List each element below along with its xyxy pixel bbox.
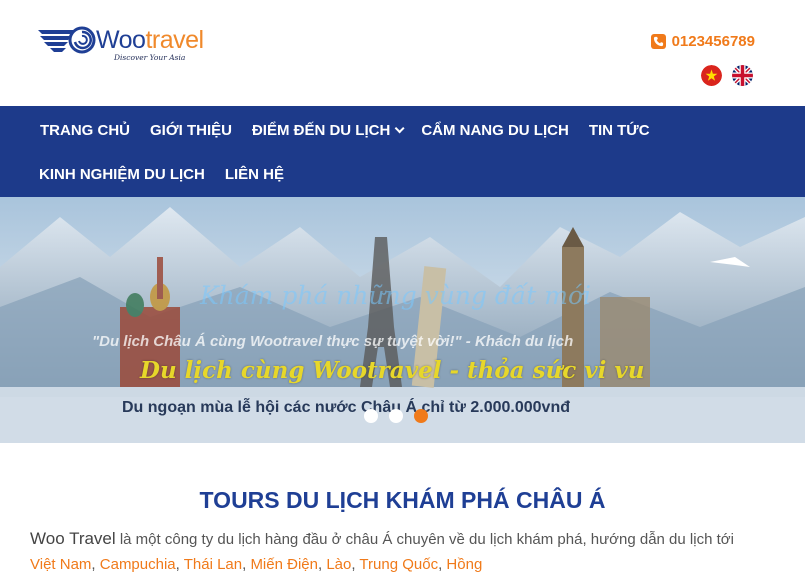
nav-row-1: TRANG CHỦ GIỚI THIỆU ĐIỂM ĐẾN DU LỊCH CẨ… [40, 122, 670, 139]
hero-slogan: Du lịch cùng Wootravel - thỏa sức vi vu [140, 357, 645, 384]
slider-dot-3[interactable] [414, 409, 428, 423]
section-title: TOURS DU LỊCH KHÁM PHÁ CHÂU Á [199, 487, 606, 513]
nav-item-label: GIỚI THIỆU [150, 122, 232, 139]
logo-name-accent: travel [145, 25, 204, 54]
slider-pagination [364, 409, 428, 423]
slider-dot-2[interactable] [389, 409, 403, 423]
hero-slider: Khám phá những vùng đất mới "Du lịch Châ… [0, 197, 805, 443]
vietnam-flag-icon[interactable] [701, 65, 722, 86]
language-switcher [701, 65, 753, 86]
header-phone[interactable]: 0123456789 [650, 33, 755, 50]
logo-name-main: Woo [96, 25, 146, 54]
nav-item-guide[interactable]: CẨM NANG DU LỊCH [421, 122, 569, 139]
nav-item-news[interactable]: TIN TỨC [589, 122, 650, 139]
intro-text: là một công ty du lịch hàng đầu ở châu Á… [115, 531, 734, 548]
nav-item-label: TIN TỨC [588, 122, 650, 139]
logo-tagline: Discover Your Asia [114, 52, 186, 62]
destination-link-hongkong[interactable]: Hồng [446, 556, 482, 573]
intro-brand: Woo Travel [30, 529, 116, 548]
hero-headline: Khám phá những vùng đất mới [200, 281, 591, 310]
nav-item-home[interactable]: TRANG CHỦ [40, 122, 130, 139]
destination-link-myanmar[interactable]: Miến Điện [250, 556, 318, 573]
uk-flag-icon[interactable] [732, 65, 753, 86]
site-logo[interactable]: Wootravel Discover Your Asia [36, 18, 216, 62]
destination-link-laos[interactable]: Lào [326, 556, 351, 573]
chevron-down-icon [394, 123, 405, 134]
main-navigation: TRANG CHỦ GIỚI THIỆU ĐIỂM ĐẾN DU LỊCH CẨ… [0, 106, 805, 197]
logo-wordmark: Wootravel Discover Your Asia [96, 25, 204, 61]
nav-item-label: TRANG CHỦ [40, 122, 130, 139]
nav-item-about[interactable]: GIỚI THIỆU [150, 122, 232, 139]
hero-quote: "Du lịch Châu Á cùng Wootravel thực sự t… [92, 333, 574, 350]
nav-row-2: KINH NGHIỆM DU LỊCH LIÊN HỆ [39, 166, 304, 183]
phone-icon [650, 34, 666, 49]
intro-paragraph: Woo Travel là một công ty du lịch hàng đ… [30, 529, 734, 573]
nav-item-destinations[interactable]: ĐIỂM ĐẾN DU LỊCH [251, 122, 405, 139]
nav-item-experience[interactable]: KINH NGHIỆM DU LỊCH [39, 166, 205, 183]
nav-item-label: LIÊN HỆ [224, 166, 285, 183]
slider-dot-1[interactable] [364, 409, 378, 423]
destination-link-vietnam[interactable]: Việt Nam [30, 556, 91, 573]
destination-link-cambodia[interactable]: Campuchia [100, 556, 176, 573]
hero-promo: Du ngoạn mùa lễ hội các nước Châu Á chỉ … [122, 399, 570, 416]
destination-link-china[interactable]: Trung Quốc [359, 556, 438, 573]
wing-logo-icon [38, 26, 96, 54]
nav-item-label: KINH NGHIỆM DU LỊCH [39, 166, 205, 183]
destination-link-thailand[interactable]: Thái Lan [184, 556, 242, 573]
nav-item-label: CẨM NANG DU LỊCH [421, 122, 569, 139]
phone-number: 0123456789 [671, 33, 755, 50]
nav-item-contact[interactable]: LIÊN HỆ [225, 166, 284, 183]
site-header: Wootravel Discover Your Asia 0123456789 [0, 0, 805, 106]
nav-item-label: ĐIỂM ĐẾN DU LỊCH [251, 122, 391, 139]
